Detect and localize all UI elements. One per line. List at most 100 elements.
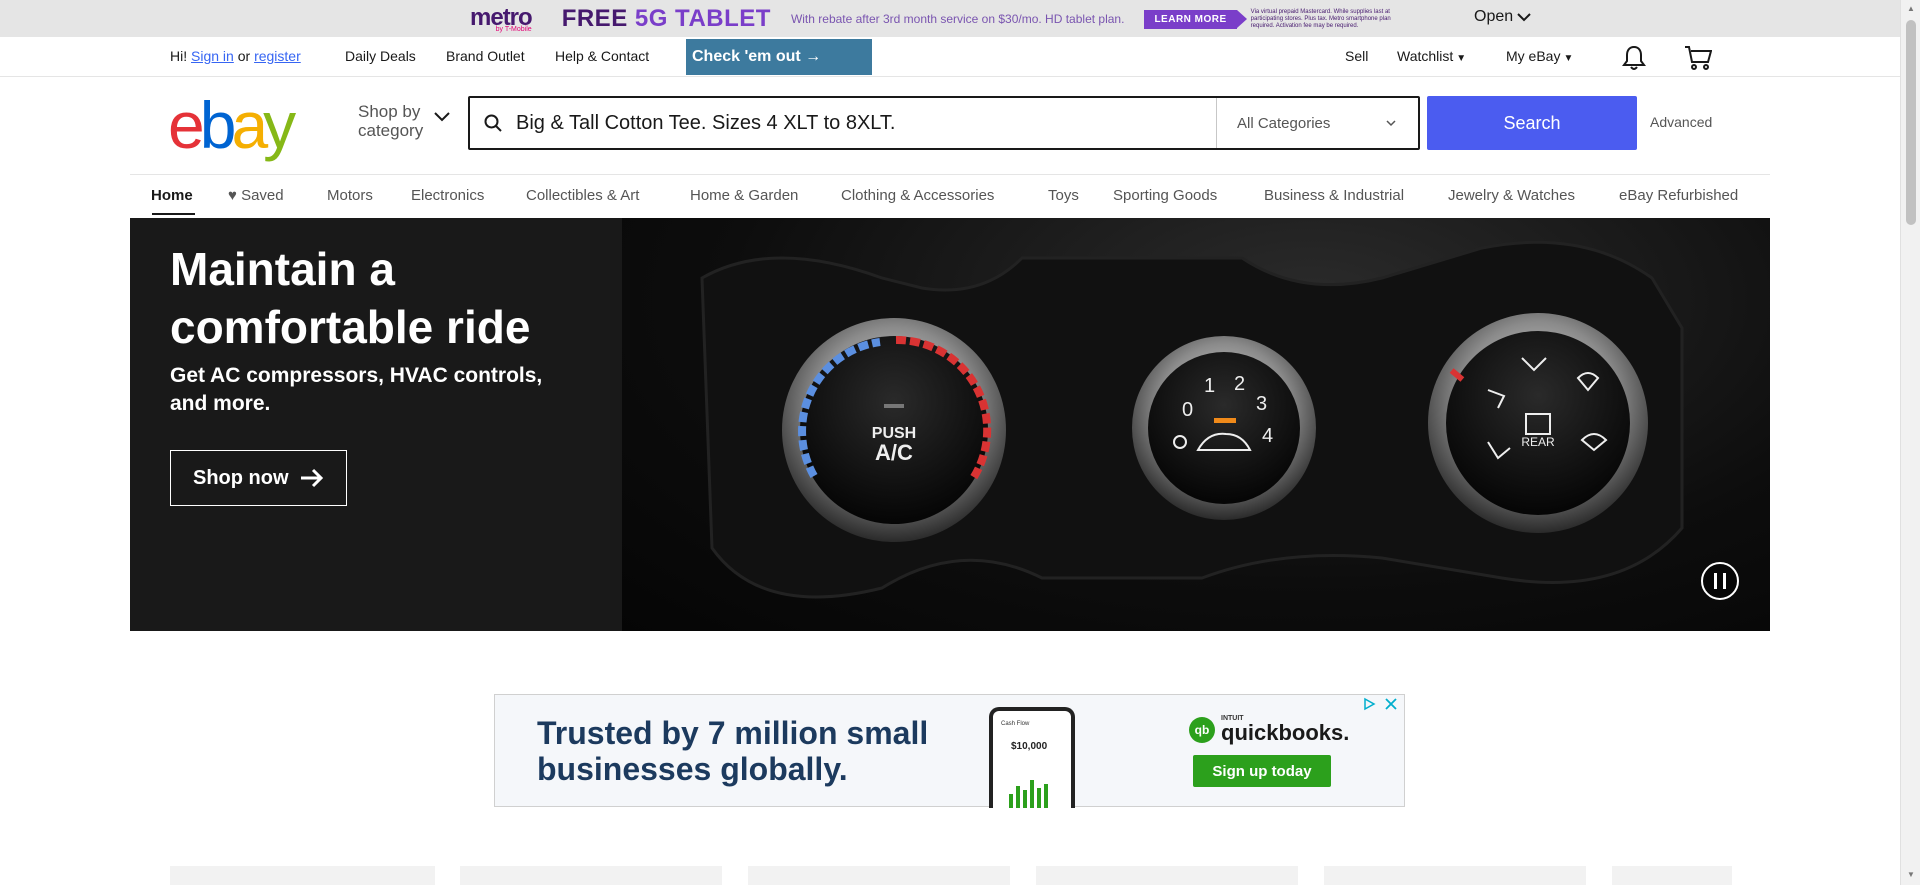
ebay-logo[interactable]: ebay	[168, 92, 296, 158]
nav-motors[interactable]: Motors	[327, 187, 373, 204]
dial2-num-4: 4	[1262, 425, 1273, 447]
ad-choices-icon[interactable]	[1362, 697, 1376, 711]
hero-title: Maintain a comfortable ride	[170, 240, 530, 356]
promo-headline: FREE 5G TABLET	[562, 5, 771, 33]
category-card[interactable]	[1612, 866, 1732, 885]
ad-headline-line-2: businesses globally.	[537, 751, 848, 787]
category-nav: Home ♥ Saved Motors Electronics Collecti…	[130, 174, 1770, 218]
nav-electronics[interactable]: Electronics	[411, 187, 484, 204]
hvac-panel-illustration: PUSH A/C 0 1 2 3 4 REAR	[700, 240, 1684, 599]
greeting: Hi! Sign in or register	[170, 48, 301, 64]
watchlist-label: Watchlist	[1397, 48, 1454, 64]
dial1-label-2: A/C	[875, 440, 913, 465]
nav-home[interactable]: Home	[151, 187, 193, 204]
quickbooks-label: quickbooks.	[1221, 720, 1350, 745]
promo-subtext: With rebate after 3rd month service on $…	[790, 12, 1125, 26]
greeting-text: Hi!	[170, 48, 188, 64]
promo-open-label: Open	[1474, 8, 1514, 25]
hero-image[interactable]: PUSH A/C 0 1 2 3 4 REAR	[622, 218, 1770, 631]
category-card[interactable]	[170, 866, 435, 885]
promo-learn-more-button[interactable]: LEARN MORE	[1144, 9, 1247, 29]
category-select-value: All Categories	[1237, 114, 1331, 132]
chevron-down-icon: ▼	[1563, 53, 1574, 64]
register-link[interactable]: register	[254, 48, 301, 64]
promo-content[interactable]: metro by T-Mobile FREE 5G TABLET With re…	[470, 4, 1401, 34]
dial2-num-3: 3	[1256, 393, 1267, 415]
nav-business-industrial[interactable]: Business & Industrial	[1264, 187, 1404, 204]
active-tab-indicator	[152, 213, 195, 215]
nav-home-garden[interactable]: Home & Garden	[690, 187, 798, 204]
category-select[interactable]: All Categories	[1216, 98, 1418, 148]
nav-clothing-accessories[interactable]: Clothing & Accessories	[841, 187, 994, 204]
category-card[interactable]	[460, 866, 722, 885]
nav-sporting-goods[interactable]: Sporting Goods	[1113, 187, 1217, 204]
ad-phone-image: Cash Flow $10,000	[989, 707, 1075, 808]
shop-by-label-2: category	[358, 121, 424, 140]
check-em-out-button[interactable]: Check 'em out →	[686, 39, 872, 75]
ad-phone-bars	[1009, 780, 1048, 808]
arrow-right-icon	[300, 468, 323, 488]
chevron-down-icon: ▼	[1456, 53, 1467, 64]
pause-icon[interactable]	[1700, 561, 1740, 601]
close-icon[interactable]	[1384, 697, 1398, 711]
nav-collectibles-art[interactable]: Collectibles & Art	[526, 187, 639, 204]
search-box: All Categories	[468, 96, 1420, 150]
search-input[interactable]	[516, 98, 1216, 148]
bell-icon[interactable]	[1622, 45, 1646, 71]
sign-in-link[interactable]: Sign in	[191, 48, 234, 64]
my-ebay-label: My eBay	[1506, 48, 1561, 64]
metro-brand-sub: by T-Mobile	[495, 25, 532, 33]
nav-ebay-refurbished[interactable]: eBay Refurbished	[1619, 187, 1738, 204]
or-text: or	[237, 48, 251, 64]
logo-letter-e: e	[168, 88, 205, 162]
nav-toys[interactable]: Toys	[1048, 187, 1079, 204]
scroll-down-icon[interactable]: ▼	[1907, 870, 1915, 879]
hero-subtitle: Get AC compressors, HVAC controls, and m…	[170, 364, 543, 415]
shop-now-button[interactable]: Shop now	[170, 450, 347, 506]
shop-by-label-1: Shop by	[358, 102, 421, 121]
promo-banner[interactable]: metro by T-Mobile FREE 5G TABLET With re…	[0, 0, 1900, 37]
quickbooks-logo: qb INTUIT quickbooks.	[1189, 715, 1349, 744]
scrollbar-thumb[interactable]	[1906, 20, 1916, 225]
nav-saved-label: Saved	[241, 187, 284, 204]
promo-headline-b: 5G TABLET	[634, 5, 771, 32]
category-card[interactable]	[1036, 866, 1298, 885]
heart-icon: ♥	[228, 187, 237, 204]
search-button[interactable]: Search	[1427, 96, 1637, 150]
advanced-search-link[interactable]: Advanced	[1650, 114, 1712, 130]
scroll-up-icon[interactable]: ▲	[1907, 4, 1915, 13]
shop-by-category-button[interactable]: Shop by category	[358, 102, 423, 140]
watchlist-menu[interactable]: Watchlist ▼	[1397, 48, 1466, 64]
top-nav: Hi! Sign in or register Daily Deals Bran…	[0, 37, 1900, 77]
nav-jewelry-watches[interactable]: Jewelry & Watches	[1448, 187, 1575, 204]
category-card[interactable]	[748, 866, 1010, 885]
quickbooks-icon: qb	[1189, 716, 1215, 743]
hero-title-line-2: comfortable ride	[170, 301, 531, 353]
daily-deals-link[interactable]: Daily Deals	[345, 48, 416, 64]
promo-open-button[interactable]: Open	[1474, 8, 1531, 26]
brand-outlet-link[interactable]: Brand Outlet	[446, 48, 525, 64]
ad-headline-line-1: Trusted by 7 million small	[537, 715, 929, 751]
logo-letter-a: a	[231, 88, 268, 162]
search-icon	[470, 98, 516, 148]
promo-headline-a: FREE	[561, 5, 635, 32]
chevron-down-icon[interactable]	[434, 112, 450, 122]
nav-saved[interactable]: ♥ Saved	[228, 187, 284, 204]
help-contact-link[interactable]: Help & Contact	[555, 48, 649, 64]
dial3-label: REAR	[1521, 435, 1555, 449]
quickbooks-wordmark: INTUIT quickbooks.	[1221, 715, 1349, 744]
sell-link[interactable]: Sell	[1345, 48, 1368, 64]
category-card[interactable]	[1324, 866, 1586, 885]
chevron-down-icon	[1386, 120, 1396, 127]
ad-phone-title: Cash Flow	[1001, 721, 1030, 727]
ad-sign-up-button[interactable]: Sign up today	[1193, 755, 1331, 787]
dial2-num-0: 0	[1182, 399, 1193, 421]
logo-letter-y: y	[263, 88, 296, 162]
scrollbar[interactable]: ▲ ▼	[1900, 0, 1920, 885]
metro-logo: metro by T-Mobile	[470, 5, 533, 33]
cart-icon[interactable]	[1684, 45, 1712, 71]
shop-now-label: Shop now	[193, 466, 289, 489]
hero-title-line-1: Maintain a	[170, 243, 395, 295]
quickbooks-ad[interactable]: Trusted by 7 million small businesses gl…	[494, 694, 1405, 808]
my-ebay-menu[interactable]: My eBay ▼	[1506, 48, 1573, 64]
